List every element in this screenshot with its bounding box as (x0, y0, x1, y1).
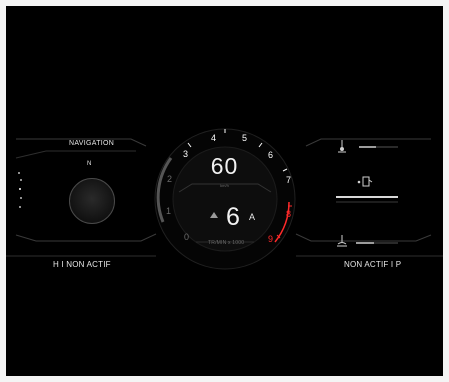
instrument-cluster-screen: NAVIGATION N H I NON ACTIF NON ACTIF I P… (6, 6, 443, 376)
left-status-text: H I NON ACTIF (53, 260, 111, 269)
tachometer-digit-4: 4 (211, 133, 217, 143)
tachometer-digit-0: 0 (184, 232, 190, 242)
tachometer-digit-8: 8 (286, 209, 292, 219)
right-panel-top-frame (305, 138, 431, 147)
tachometer-digit-5: 5 (242, 133, 248, 143)
rpm-unit-label: TR/MIN x 1000 (208, 240, 245, 246)
speed-readout: 60 (210, 153, 239, 179)
indicator-dot (19, 188, 21, 190)
tachometer-digit-9: 9 (268, 234, 274, 244)
right-status-text: NON ACTIF I P (344, 260, 402, 269)
indicator-dot (20, 197, 22, 199)
transmission-mode-indicator: A (249, 212, 256, 222)
speed-unit-label: km/h (220, 183, 229, 188)
tachometer-digit-1: 1 (166, 206, 172, 216)
left-panel-bottom-frame (15, 233, 157, 242)
gear-indicator: 6 (226, 203, 240, 231)
navigation-title: NAVIGATION (69, 140, 115, 147)
indicator-dot (19, 206, 21, 208)
temperature-icon (338, 140, 346, 153)
right-panel-bottom-frame (295, 233, 432, 242)
